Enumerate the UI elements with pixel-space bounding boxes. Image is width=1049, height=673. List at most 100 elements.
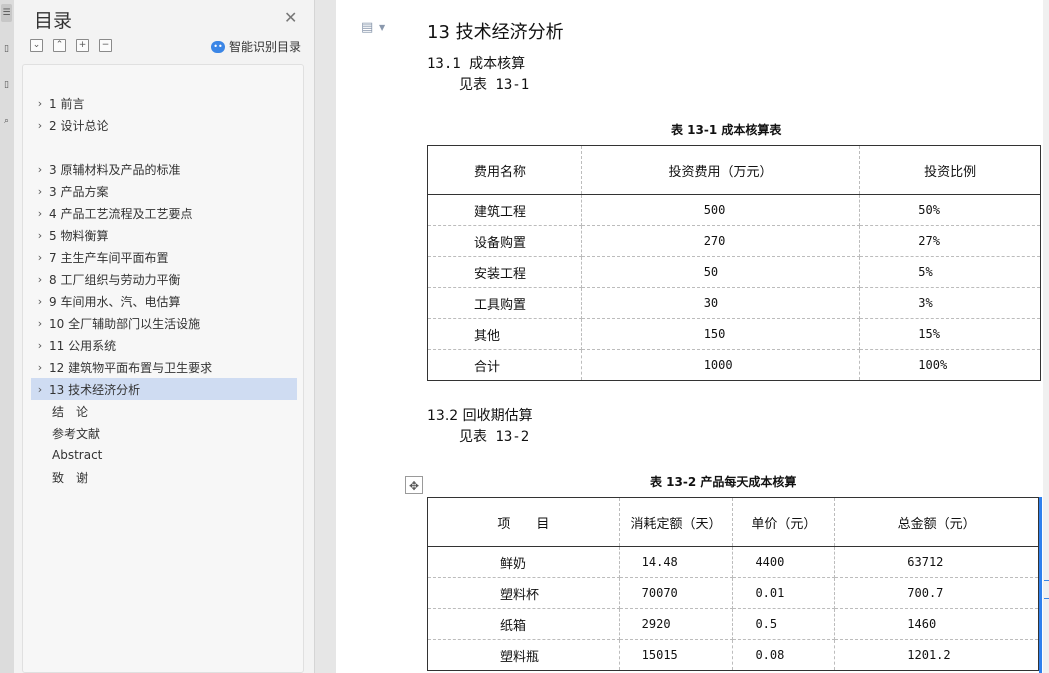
table-cell[interactable]: 50 xyxy=(580,256,861,288)
table-cell[interactable]: 鲜奶 xyxy=(427,546,620,578)
table-cell[interactable]: 27% xyxy=(859,225,1041,257)
table-cell[interactable]: 30 xyxy=(580,287,861,319)
table-cell[interactable]: 合计 xyxy=(427,349,582,381)
smart-toc-button[interactable]: •• 智能识别目录 xyxy=(211,38,301,55)
table-row: 合计 1000 100% xyxy=(427,349,1041,381)
chevron-right-icon[interactable]: › xyxy=(31,361,49,374)
section-text-1: 见表 13-1 xyxy=(459,77,530,93)
toc-item[interactable]: › 9 车间用水、汽、电估算 xyxy=(31,290,297,312)
toc-item[interactable]: › 7 主生产车间平面布置 xyxy=(31,246,297,268)
table-cell[interactable]: 700.7 xyxy=(834,577,1039,609)
table-cell[interactable]: 50% xyxy=(859,194,1041,226)
toc-item-label: 13 技术经济分析 xyxy=(49,382,141,397)
table-cell[interactable]: 5% xyxy=(859,256,1041,288)
chevron-right-icon[interactable]: › xyxy=(31,317,49,330)
table-cell[interactable]: 14.48 xyxy=(618,546,734,578)
table-cell[interactable]: 设备购置 xyxy=(427,225,582,257)
table-header-cell[interactable]: 项 目 xyxy=(427,497,620,547)
chevron-right-icon[interactable]: › xyxy=(31,119,49,132)
search-icon[interactable]: ⌕ xyxy=(1,112,12,130)
toc-item[interactable]: Abstract xyxy=(31,444,297,466)
table-header-cell[interactable]: 费用名称 xyxy=(427,145,582,195)
chevron-right-icon[interactable]: › xyxy=(31,97,49,110)
chevron-right-icon[interactable]: › xyxy=(31,251,49,264)
document-format-icon[interactable]: ▤ xyxy=(361,20,373,35)
table-cell[interactable]: 塑料杯 xyxy=(427,577,620,609)
table-cell[interactable]: 63712 xyxy=(834,546,1039,578)
chevron-right-icon[interactable]: › xyxy=(31,163,49,176)
chevron-right-icon[interactable]: › xyxy=(31,273,49,286)
table-cell[interactable]: 500 xyxy=(580,194,861,226)
table-cell[interactable]: 1000 xyxy=(580,349,861,381)
toc-item[interactable]: › 13 技术经济分析 xyxy=(31,378,297,400)
table-cell[interactable]: 其他 xyxy=(427,318,582,350)
table-cell[interactable]: 1460 xyxy=(834,608,1039,640)
toc-item[interactable]: › 12 建筑物平面布置与卫生要求 xyxy=(31,356,297,378)
table-cell[interactable]: 70070 xyxy=(618,577,734,609)
table-cell[interactable]: 4400 xyxy=(732,546,836,578)
toc-item[interactable]: › 2 设计总论 xyxy=(31,114,297,136)
table-cell[interactable]: 工具购置 xyxy=(427,287,582,319)
collapse-up-icon[interactable]: ⌃ xyxy=(53,39,66,52)
table-header-cell[interactable]: 消耗定额（天） xyxy=(618,497,734,547)
table-cell[interactable]: 150 xyxy=(580,318,861,350)
chevron-right-icon[interactable]: › xyxy=(31,207,49,220)
table-cell[interactable]: 纸箱 xyxy=(427,608,620,640)
chevron-right-icon[interactable]: › xyxy=(31,229,49,242)
table-cell[interactable]: 270 xyxy=(580,225,861,257)
toc-item[interactable]: › 5 物料衡算 xyxy=(31,224,297,246)
table-cell[interactable]: 塑料瓶 xyxy=(427,639,620,671)
section-heading-1: 13.1 成本核算 xyxy=(427,56,526,72)
chevron-right-icon[interactable]: › xyxy=(31,185,49,198)
toc-item[interactable]: › 1 前言 xyxy=(31,92,297,114)
table-header-cell[interactable]: 投资比例 xyxy=(859,145,1041,195)
chevron-right-icon[interactable]: › xyxy=(31,295,49,308)
toc-item[interactable]: 结 论 xyxy=(31,400,297,422)
remove-icon[interactable]: − xyxy=(99,39,112,52)
toc-item[interactable]: › 3 原辅材料及产品的标准 xyxy=(31,158,297,180)
toc-item-label: 2 设计总论 xyxy=(49,118,109,133)
toc-item[interactable]: › 11 公用系统 xyxy=(31,334,297,356)
table-move-handle-icon[interactable]: ✥ xyxy=(405,476,423,494)
table-cell[interactable]: 3% xyxy=(859,287,1041,319)
bookmark-icon[interactable]: ▯ xyxy=(1,40,12,58)
close-icon[interactable]: ✕ xyxy=(284,8,297,27)
table1-caption: 表 13-1 成本核算表 xyxy=(671,123,782,137)
table-cell[interactable]: 1201.2 xyxy=(834,639,1039,671)
expand-down-icon[interactable]: ⌄ xyxy=(30,39,43,52)
table-cell[interactable]: 0.01 xyxy=(732,577,836,609)
table-cell[interactable]: 建筑工程 xyxy=(427,194,582,226)
table-cell[interactable]: 100% xyxy=(859,349,1041,381)
table-header-cell[interactable]: 投资费用（万元） xyxy=(580,145,861,195)
table-cell[interactable]: 15015 xyxy=(618,639,734,671)
toc-item-label: 5 物料衡算 xyxy=(49,228,109,243)
chevron-right-icon[interactable]: › xyxy=(31,339,49,352)
table-cell[interactable]: 安装工程 xyxy=(427,256,582,288)
table-cell[interactable]: 0.5 xyxy=(732,608,836,640)
scroll-marker xyxy=(1044,580,1049,581)
pages-icon[interactable]: ▯ xyxy=(1,76,12,94)
toc-toggle-icon[interactable]: ☰ xyxy=(1,4,12,22)
table-header-cell[interactable]: 总金额（元） xyxy=(834,497,1039,547)
toc-item[interactable]: › 3 产品方案 xyxy=(31,180,297,202)
table-cell[interactable]: 15% xyxy=(859,318,1041,350)
table-row: 建筑工程 500 50% xyxy=(427,194,1041,226)
table-cell[interactable]: 0.08 xyxy=(732,639,836,671)
right-scrollbar[interactable] xyxy=(1043,0,1049,673)
toc-tools: ⌄ ⌃ + − xyxy=(30,39,112,52)
chevron-down-icon[interactable]: ▼ xyxy=(379,23,385,32)
toc-item-label: 4 产品工艺流程及工艺要点 xyxy=(49,206,193,221)
left-toolbar: ☰ ▯ ▯ ⌕ xyxy=(0,0,15,673)
toc-item[interactable]: › 10 全厂辅助部门以生活设施 xyxy=(31,312,297,334)
chevron-right-icon[interactable]: › xyxy=(31,383,49,396)
toc-item[interactable]: › 4 产品工艺流程及工艺要点 xyxy=(31,202,297,224)
toc-item[interactable]: › 8 工厂组织与劳动力平衡 xyxy=(31,268,297,290)
table-row: 设备购置 270 27% xyxy=(427,225,1041,257)
table-row: 鲜奶 14.48 4400 63712 xyxy=(427,546,1039,578)
toc-item[interactable]: 致 谢 xyxy=(31,466,297,488)
table-header-cell[interactable]: 单价（元） xyxy=(732,497,836,547)
table-cell[interactable]: 2920 xyxy=(618,608,734,640)
section-text-2: 见表 13-2 xyxy=(459,429,530,445)
toc-item[interactable]: 参考文献 xyxy=(31,422,297,444)
add-icon[interactable]: + xyxy=(76,39,89,52)
